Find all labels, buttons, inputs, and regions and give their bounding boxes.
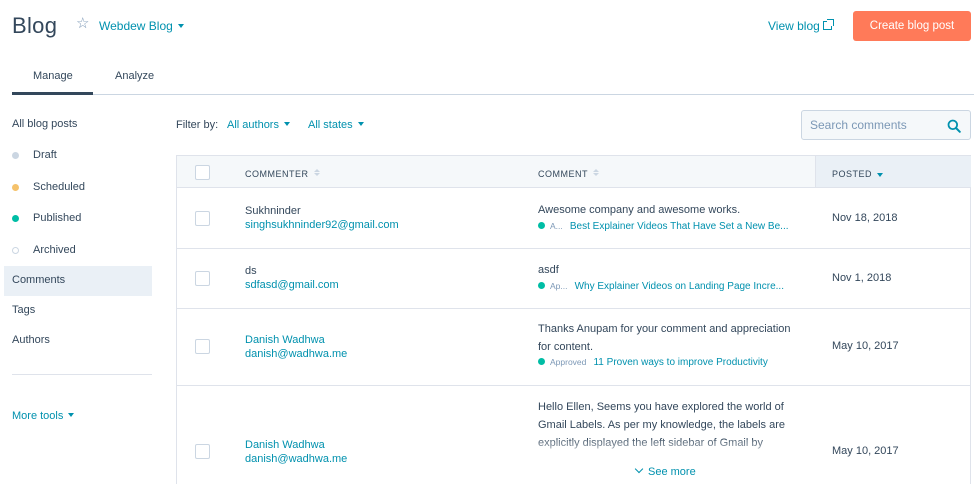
draft-status-dot [12,152,19,159]
row-divider [177,248,971,249]
external-link-icon [822,19,834,30]
column-label: POSTED [832,169,873,179]
sidebar-item-comments[interactable]: Comments [12,274,65,286]
sort-icon [313,168,320,177]
blog-selector-label: Webdew Blog [99,19,173,33]
published-status-dot [12,215,19,222]
star-icon[interactable]: ☆ [76,14,89,32]
column-label: COMMENTER [245,169,309,179]
sidebar-item-tags[interactable]: Tags [12,304,35,316]
post-link[interactable]: Best Explainer Videos That Have Set a Ne… [570,221,789,232]
page-title: Blog [12,13,58,38]
commenter-name[interactable]: Danish Wadhwa [245,439,325,451]
blog-selector[interactable]: Webdew Blog [99,19,184,33]
sidebar-divider [12,374,152,375]
row-checkbox[interactable] [195,211,210,226]
archived-status-dot [12,247,19,254]
row-divider [177,385,971,386]
active-tab-indicator [12,92,93,95]
sidebar-item-authors[interactable]: Authors [12,334,50,346]
column-header-commenter[interactable]: COMMENTER [245,168,320,179]
column-header-posted[interactable]: POSTED [832,169,884,179]
authors-filter-label: All authors [227,119,279,131]
text-fade-overlay [538,440,808,468]
commenter-email[interactable]: danish@wadhwa.me [245,348,347,360]
see-more-label: See more [648,466,696,478]
comment-text: asdf [538,264,559,276]
comment-text: Thanks Anupam for your comment and appre… [538,323,791,353]
commenter-name: ds [245,265,257,277]
commenter-name[interactable]: Danish Wadhwa [245,334,325,346]
commenter-email[interactable]: danish@wadhwa.me [245,453,347,465]
approved-status-dot [538,282,545,290]
posted-date: Nov 18, 2018 [832,212,898,224]
comment-meta: Ap... Why Explainer Videos on Landing Pa… [538,281,784,292]
row-divider [177,308,971,309]
commenter-name: Sukhninder [245,205,301,217]
select-all-checkbox[interactable] [195,165,210,180]
states-filter-label: All states [308,119,353,131]
sidebar-item-scheduled[interactable]: Scheduled [33,181,85,193]
sidebar-item-all-posts[interactable]: All blog posts [12,118,77,130]
see-more-link[interactable]: See more [634,464,696,478]
comment-status: Approved [550,357,587,367]
row-checkbox[interactable] [195,444,210,459]
sidebar-item-archived[interactable]: Archived [33,244,76,256]
commenter-email[interactable]: singhsukhninder92@gmail.com [245,219,399,231]
authors-filter-dropdown[interactable]: All authors [227,119,290,131]
caret-down-icon [177,23,184,28]
sidebar-item-published[interactable]: Published [33,212,81,224]
chevron-down-icon [634,464,644,474]
row-checkbox[interactable] [195,339,210,354]
create-blog-post-button[interactable]: Create blog post [853,11,971,41]
sort-icon [593,168,599,177]
search-icon[interactable] [947,119,961,133]
more-tools-dropdown[interactable]: More tools [12,410,75,422]
scheduled-status-dot [12,184,19,191]
column-label: COMMENT [538,169,588,179]
comment-meta: A... Best Explainer Videos That Have Set… [538,221,789,232]
column-header-comment[interactable]: COMMENT [538,168,599,179]
view-blog-link[interactable]: View blog [768,19,834,33]
search-comments-input[interactable] [801,110,971,140]
posted-date: May 10, 2017 [832,340,899,352]
posted-date: Nov 1, 2018 [832,272,892,284]
comment-text: Awesome company and awesome works. [538,204,741,216]
comment-meta: Approved 11 Proven ways to improve Produ… [538,357,768,368]
commenter-email[interactable]: sdfasd@gmail.com [245,279,339,291]
states-filter-dropdown[interactable]: All states [308,119,364,131]
caret-down-icon [283,122,290,127]
view-blog-label: View blog [768,19,820,33]
post-link[interactable]: 11 Proven ways to improve Productivity [593,357,767,368]
comment-status: A... [550,221,563,231]
sort-descending-icon [877,172,884,177]
caret-down-icon [68,413,75,418]
comment-status: Ap... [550,281,568,291]
posted-date: May 10, 2017 [832,445,899,457]
row-checkbox[interactable] [195,271,210,286]
tabs-divider [12,94,974,95]
approved-status-dot [538,222,545,230]
more-tools-label: More tools [12,410,64,422]
filter-label: Filter by: [176,119,219,131]
tab-manage[interactable]: Manage [33,70,73,82]
tab-analyze[interactable]: Analyze [115,70,154,82]
sidebar-item-draft[interactable]: Draft [33,149,57,161]
caret-down-icon [357,122,364,127]
approved-status-dot [538,358,545,366]
post-link[interactable]: Why Explainer Videos on Landing Page Inc… [575,281,784,292]
